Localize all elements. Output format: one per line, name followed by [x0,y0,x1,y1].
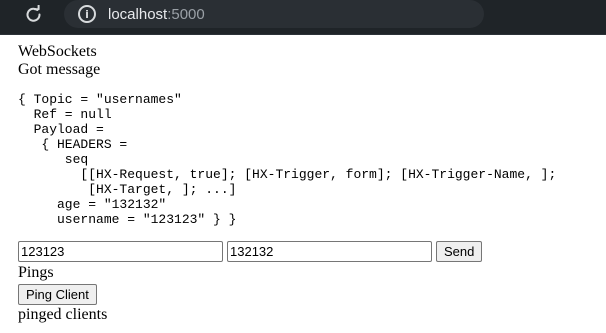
address-bar[interactable]: i localhost:5000 [64,0,484,28]
send-button[interactable]: Send [436,241,483,262]
message-line: { Topic = "usernames" [18,92,182,107]
browser-toolbar: i localhost:5000 [0,0,606,35]
page-content: WebSockets Got message { Topic = "userna… [0,35,606,324]
message-form: Send [18,240,606,263]
username-input[interactable] [18,241,223,262]
reload-icon [26,5,41,22]
page-title: WebSockets [18,43,97,60]
age-input[interactable] [227,241,432,262]
message-line: seq [18,152,89,167]
message-line: [HX-Target, ]; ...] [18,182,237,197]
status-text: Got message [18,61,101,78]
message-line: username = "123123" } } [18,212,237,227]
message-line: age = "132132" [18,197,167,212]
ping-client-button[interactable]: Ping Client [18,284,97,305]
pings-heading: Pings [18,264,54,281]
message-line: Payload = [18,122,104,137]
url-port: :5000 [167,5,205,23]
info-icon[interactable]: i [78,5,96,23]
reload-button[interactable] [24,5,44,25]
url-host: localhost [108,5,168,23]
message-line: [[HX-Request, true]; [HX-Trigger, form];… [18,167,557,182]
message-line: { HEADERS = [18,137,128,152]
pinged-status: pinged clients [18,306,108,323]
message-line: Ref = null [18,107,112,122]
message-block: { Topic = "usernames" Ref = null Payload… [18,92,606,227]
